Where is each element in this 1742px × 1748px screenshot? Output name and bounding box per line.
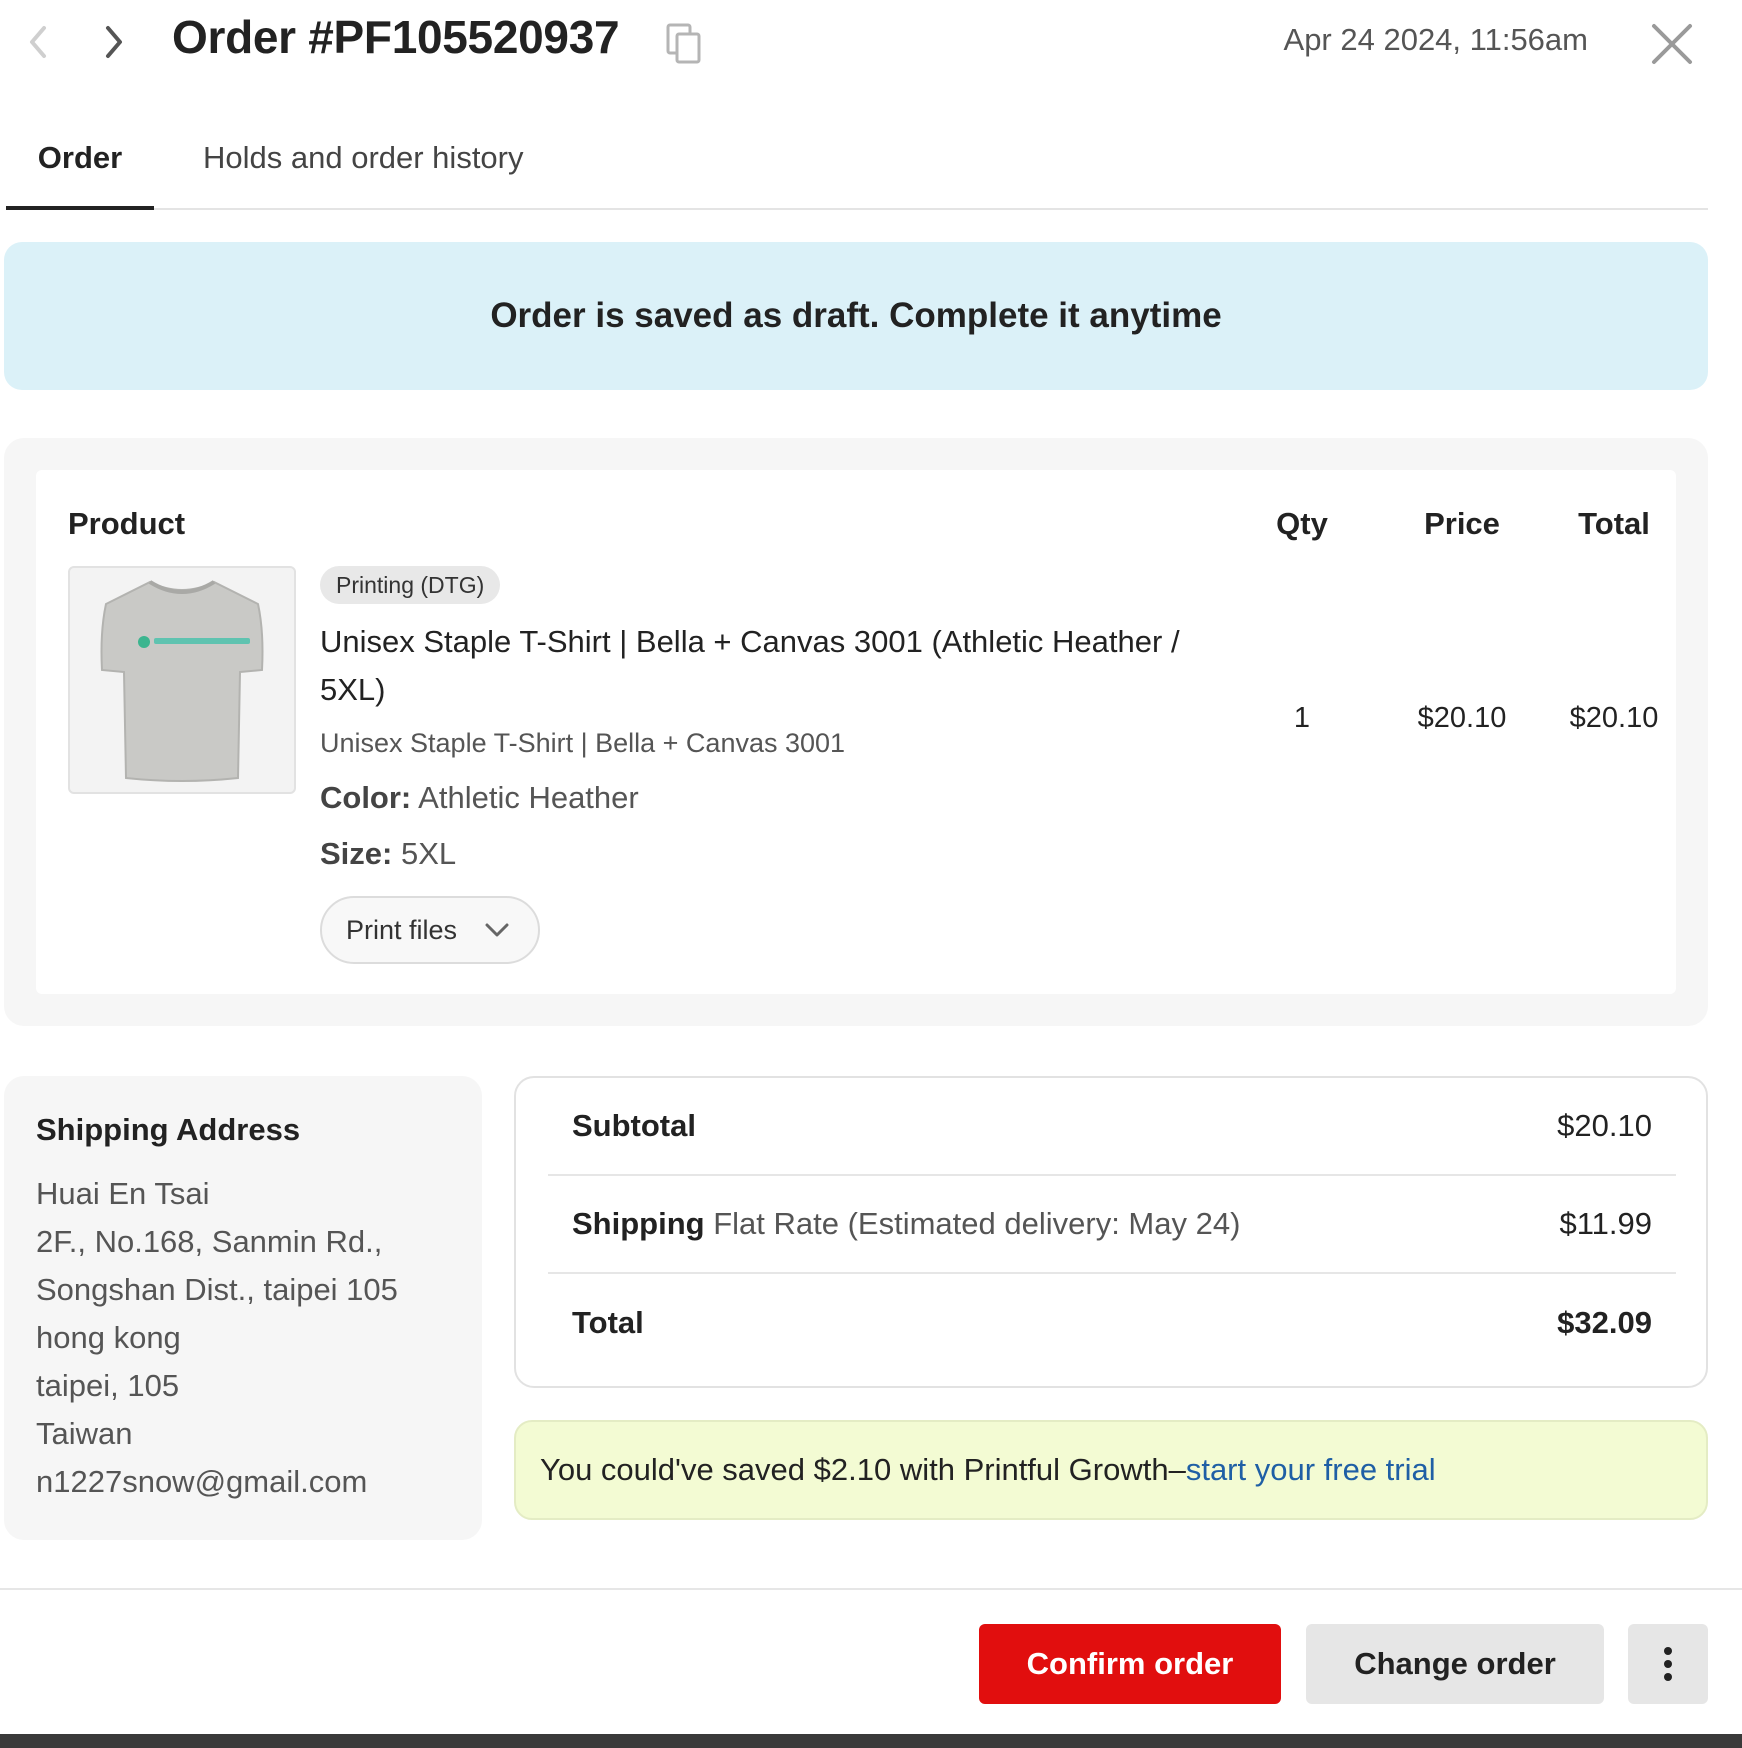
column-header-price: Price (1424, 506, 1500, 541)
shipping-row: Shipping Flat Rate (Estimated delivery: … (548, 1176, 1676, 1274)
shipping-address-card: Shipping Address Huai En Tsai 2F., No.16… (4, 1076, 482, 1540)
tshirt-icon (100, 580, 264, 782)
address-line: taipei, 105 (36, 1368, 180, 1403)
chevron-left-icon (30, 26, 46, 58)
growth-promo-banner: You could've saved $2.10 with Printful G… (514, 1420, 1708, 1520)
next-order-button[interactable] (92, 18, 136, 66)
confirm-order-button[interactable]: Confirm order (979, 1624, 1281, 1704)
address-line: hong kong (36, 1320, 181, 1355)
shipping-value: $11.99 (1559, 1206, 1652, 1241)
shipping-address-title: Shipping Address (36, 1112, 301, 1147)
size-value: 5XL (400, 836, 457, 871)
copy-icon[interactable] (664, 22, 704, 66)
address-line: Huai En Tsai (36, 1176, 210, 1211)
item-total: $20.10 (1569, 702, 1659, 734)
shipping-label: Shipping Flat Rate (Estimated delivery: … (572, 1206, 1241, 1241)
total-row: Total $32.09 (548, 1274, 1676, 1372)
column-header-qty: Qty (1276, 506, 1328, 541)
address-email: n1227snow@gmail.com (36, 1464, 368, 1499)
column-header-total: Total (1578, 506, 1650, 541)
product-size: Size: 5XL (320, 836, 456, 872)
product-table: Product Qty Price Total Printing (DTG) U… (36, 470, 1676, 994)
total-label: Total (572, 1305, 644, 1340)
address-line: 2F., No.168, Sanmin Rd., (36, 1224, 383, 1259)
item-qty: 1 (1293, 702, 1311, 734)
order-date: Apr 24 2024, 11:56am (1283, 22, 1588, 57)
chevron-down-icon (485, 923, 509, 937)
item-price: $20.10 (1417, 702, 1507, 734)
close-icon[interactable] (1646, 18, 1698, 70)
previous-order-button[interactable] (16, 18, 60, 66)
order-header: Order #PF105520937 Apr 24 2024, 11:56am (0, 0, 1742, 90)
shipping-address-lines: Huai En Tsai 2F., No.168, Sanmin Rd., So… (36, 1170, 398, 1506)
total-value: $32.09 (1557, 1305, 1652, 1340)
tab-order[interactable]: Order (6, 124, 154, 210)
address-line: Taiwan (36, 1416, 133, 1451)
color-value: Athletic Heather (418, 780, 639, 815)
promo-text: You could've saved $2.10 with Printful G… (540, 1452, 1186, 1487)
free-trial-link[interactable]: start your free trial (1186, 1452, 1436, 1488)
order-summary: Subtotal $20.10 Shipping Flat Rate (Esti… (514, 1076, 1708, 1388)
more-options-button[interactable] (1628, 1624, 1708, 1704)
change-order-button[interactable]: Change order (1306, 1624, 1604, 1704)
tab-holds-history[interactable]: Holds and order history (203, 124, 524, 210)
print-files-label: Print files (346, 914, 458, 945)
product-panel: Product Qty Price Total Printing (DTG) U… (4, 438, 1708, 1026)
address-line: Songshan Dist., taipei 105 (36, 1272, 398, 1307)
product-subtitle: Unisex Staple T-Shirt | Bella + Canvas 3… (320, 728, 846, 758)
window-bottom-edge (0, 1734, 1742, 1748)
draft-banner: Order is saved as draft. Complete it any… (4, 242, 1708, 390)
size-label: Size: (320, 836, 393, 871)
column-header-product: Product (68, 506, 186, 541)
technique-badge: Printing (DTG) (320, 566, 501, 604)
product-name: Unisex Staple T-Shirt | Bella + Canvas 3… (320, 624, 1180, 707)
subtotal-value: $20.10 (1557, 1108, 1652, 1143)
color-label: Color: (320, 780, 412, 815)
subtotal-label: Subtotal (572, 1108, 696, 1143)
chevron-right-icon (106, 26, 122, 58)
print-files-dropdown[interactable]: Print files (320, 896, 540, 964)
shipping-method: Flat Rate (Estimated delivery: May 24) (713, 1206, 1241, 1241)
page-title: Order #PF105520937 (172, 11, 620, 63)
tab-bar: Order Holds and order history (6, 124, 1708, 210)
product-thumbnail[interactable] (68, 566, 296, 794)
more-vertical-icon (1664, 1647, 1672, 1681)
action-footer: Confirm order Change order (0, 1588, 1742, 1736)
subtotal-row: Subtotal $20.10 (548, 1078, 1676, 1176)
product-color: Color: Athletic Heather (320, 780, 639, 816)
